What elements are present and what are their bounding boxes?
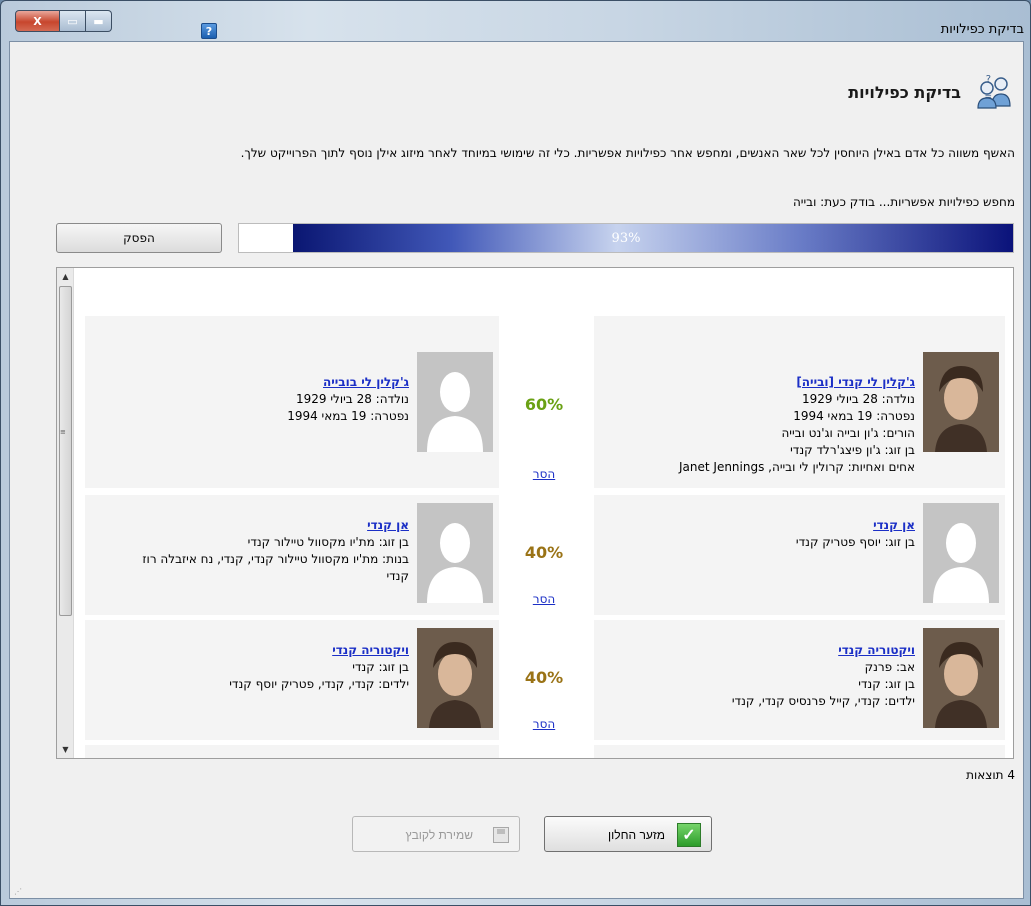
progress-bar: 93% [238, 223, 1014, 253]
save-disk-icon [493, 827, 509, 843]
match-score-cell: 60% הסר [503, 316, 585, 488]
person-card-left: אן קנדי בן זוג: מת'יו מקסוול טיילור קנדי ב… [85, 495, 499, 615]
maximize-window-button[interactable]: ▭ [60, 10, 86, 32]
window-frame: X ▭ ▬ ? בדיקת כפילויות ? = בדיקת כפילויו… [0, 0, 1031, 906]
result-count: 4 תוצאות [966, 768, 1015, 782]
person-photo [923, 628, 999, 728]
dialog-body: ? = בדיקת כפילויות האשף משווה כל אדם באי… [9, 41, 1024, 899]
scroll-grip-icon: ≡ [60, 428, 66, 436]
person-detail: נולדה: 28 ביולי 1929 [295, 392, 409, 406]
close-icon: X [33, 14, 42, 28]
person-detail: הורים: ג'ון ובייה וג'נט ובייה [781, 426, 915, 440]
person-silhouette-icon [923, 503, 999, 603]
remove-match-link[interactable]: הסר [503, 467, 585, 481]
person-card-left: ג'קלין לי בובייה נולדה: 28 ביולי 1929 נפטר… [85, 316, 499, 488]
person-silhouette-icon [417, 503, 493, 603]
person-detail: ילדים: קנדי, קייל פרנסיס קנדי, קנדי [731, 694, 915, 708]
person-card-left: ויקטוריה קנדי בן זוג: קנדי ילדים: קנדי, קנ… [85, 620, 499, 740]
save-to-file-button[interactable]: שמירת לקובץ [352, 816, 520, 852]
match-row: ג'קלין לי בובייה נולדה: 28 ביולי 1929 נפטר… [85, 316, 1005, 488]
person-name-link[interactable]: אן קנדי [796, 517, 915, 534]
people-question-icon: ? = [975, 72, 1015, 112]
duplicates-list[interactable]: ▲ ≡ ▼ ג'קלין לי בובייה נולדה: 28 ביולי 19… [56, 267, 1014, 759]
match-score-cell: 40% הסר [503, 495, 585, 615]
person-card-right: ויקטוריה קנדי אב: פרנק בן זוג: קנדי ילדים: … [594, 620, 1005, 740]
person-photo [923, 503, 999, 603]
page-title: בדיקת כפילויות [848, 82, 961, 102]
person-name-link[interactable]: ג'קלין לי קנדי [ובייה] [679, 374, 915, 391]
person-detail: בנות: מת'יו מקסוול טיילור קנדי, קנדי, נח… [142, 552, 409, 566]
stop-button[interactable]: הפסק [56, 223, 222, 253]
person-info: אן קנדי בן זוג: מת'יו מקסוול טיילור קנדי ב… [142, 517, 409, 585]
match-score-cell [503, 745, 585, 758]
match-row-partial [85, 745, 1005, 758]
close-window-button[interactable]: X [15, 10, 60, 32]
progress-label: 93% [611, 231, 641, 246]
person-detail: בן זוג: קנדי [858, 677, 915, 691]
person-detail: נפטרה: 19 במאי 1994 [793, 409, 915, 423]
person-detail: נפטרה: 19 במאי 1994 [287, 409, 409, 423]
checkmark-icon: ✓ [677, 823, 701, 847]
person-detail: בן זוג: קנדי [352, 660, 409, 674]
minimize-window-button[interactable]: ▬ [86, 10, 112, 32]
wizard-description: האשף משווה כל אדם באילן היוחסין לכל שאר … [240, 146, 1015, 160]
person-name-link[interactable]: ויקטוריה קנדי [732, 642, 915, 659]
window-title: בדיקת כפילויות [940, 22, 1024, 37]
remove-match-link[interactable]: הסר [503, 592, 585, 606]
person-info: ג'קלין לי בובייה נולדה: 28 ביולי 1929 נפטר… [287, 374, 409, 425]
person-info: ויקטוריה קנדי אב: פרנק בן זוג: קנדי ילדים: … [732, 642, 915, 710]
remove-match-link[interactable]: הסר [503, 717, 585, 731]
close-button-label: מזער החלון [608, 828, 665, 842]
scroll-down-arrow-icon[interactable]: ▼ [57, 741, 74, 758]
search-status: מחפש כפילויות אפשריות... בודק כעת: ובייה [792, 195, 1015, 209]
title-bar[interactable]: X ▭ ▬ ? בדיקת כפילויות [1, 1, 1031, 39]
person-card-left [85, 745, 499, 758]
person-name-link[interactable]: ויקטוריה קנדי [229, 642, 409, 659]
match-score: 60% [524, 395, 564, 414]
person-info: אן קנדי בן זוג: יוסף פטריק קנדי [796, 517, 915, 551]
person-photo [417, 503, 493, 603]
person-photo [417, 352, 493, 452]
person-photo-icon [923, 352, 999, 452]
scrollbar-thumb[interactable] [59, 286, 72, 616]
match-score: 40% [524, 543, 564, 562]
person-photo-icon [417, 628, 493, 728]
person-detail: אחים ואחיות: קרולין לי ובייה, Janet Jenn… [679, 460, 915, 474]
person-info: ג'קלין לי קנדי [ובייה] נולדה: 28 ביולי 19… [679, 374, 915, 476]
person-detail: אב: פרנק [864, 660, 915, 674]
person-photo-icon [923, 628, 999, 728]
scroll-up-arrow-icon[interactable]: ▲ [57, 268, 74, 285]
maximize-icon: ▭ [67, 14, 78, 28]
person-name-link[interactable]: אן קנדי [142, 517, 409, 534]
match-score: 40% [524, 668, 564, 687]
match-score-cell: 40% הסר [503, 620, 585, 740]
person-detail: בן זוג: מת'יו מקסוול טיילור קנדי [247, 535, 409, 549]
vertical-scrollbar[interactable]: ▲ ≡ ▼ [57, 268, 74, 758]
person-name-link[interactable]: ג'קלין לי בובייה [287, 374, 409, 391]
person-detail: בן זוג: יוסף פטריק קנדי [795, 535, 915, 549]
dialog-header: ? = בדיקת כפילויות [848, 72, 1015, 112]
person-info: ויקטוריה קנדי בן זוג: קנדי ילדים: קנדי, קנ… [229, 642, 409, 693]
person-card-right: אן קנדי בן זוג: יוסף פטריק קנדי [594, 495, 1005, 615]
person-card-right: ג'קלין לי קנדי [ובייה] נולדה: 28 ביולי 19… [594, 316, 1005, 488]
person-detail: ילדים: קנדי, קנדי, פטריק יוסף קנדי [229, 677, 409, 691]
save-button-label: שמירת לקובץ [405, 828, 473, 842]
svg-text:?: ? [986, 74, 991, 85]
person-card-right [594, 745, 1005, 758]
svg-text:=: = [984, 92, 992, 102]
minimize-window-action-button[interactable]: ✓ מזער החלון [544, 816, 712, 852]
match-row: אן קנדי בן זוג: מת'יו מקסוול טיילור קנדי ב… [85, 495, 1005, 615]
person-detail: נולדה: 28 ביולי 1929 [801, 392, 915, 406]
help-button[interactable]: ? [201, 23, 217, 39]
person-photo [417, 628, 493, 728]
window-controls: X ▭ ▬ [15, 10, 112, 32]
resize-grip-icon[interactable]: ⋰ [14, 887, 22, 896]
person-photo [923, 352, 999, 452]
person-detail: בן זוג: ג'ון פיצג'רלד קנדי [790, 443, 915, 457]
person-detail: קנדי [386, 569, 409, 583]
match-row: ויקטוריה קנדי בן זוג: קנדי ילדים: קנדי, קנ… [85, 620, 1005, 740]
person-silhouette-icon [417, 352, 493, 452]
minimize-icon: ▬ [93, 14, 104, 28]
